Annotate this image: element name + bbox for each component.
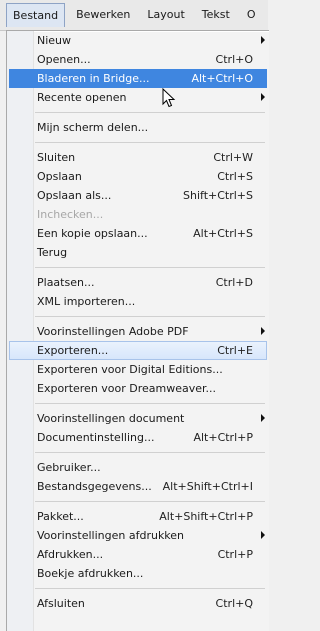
menu-group: Nieuw Openen... Ctrl+O Bladeren in Bridge..… [7, 31, 269, 107]
menu-item-label: Afdrukken... [37, 548, 104, 561]
menu-item-openen[interactable]: Openen... Ctrl+O [7, 50, 269, 69]
menu-group: Voorinstellingen document Documentinstell… [7, 409, 269, 447]
menu-item-shortcut: Ctrl+Q [215, 597, 253, 610]
menu-item-label: Exporteren voor Digital Editions... [37, 363, 223, 376]
menu-item-label: Boekje afdrukken... [37, 567, 144, 580]
menu-item-shortcut: Ctrl+P [217, 548, 253, 561]
menu-item-xml-importeren[interactable]: XML importeren... [7, 292, 269, 311]
chevron-right-icon [261, 36, 265, 44]
menu-item-shortcut: Ctrl+S [217, 170, 253, 183]
menu-item-shortcut: Alt+Ctrl+P [193, 431, 253, 444]
menu-group: Afsluiten Ctrl+Q [7, 594, 269, 613]
menu-bar: Bestand Bewerken Layout Tekst O [0, 0, 268, 31]
menu-group: Pakket... Alt+Shift+Ctrl+P Voorinstellinge… [7, 507, 269, 583]
menu-separator [35, 452, 265, 453]
chevron-right-icon [261, 531, 265, 539]
menu-group: Plaatsen... Ctrl+D XML importeren... [7, 273, 269, 311]
menu-item-recente-openen[interactable]: Recente openen [7, 88, 269, 107]
menu-item-shortcut: Alt+Shift+Ctrl+P [159, 510, 253, 523]
menu-separator [35, 588, 265, 589]
menu-item-label: Afsluiten [37, 597, 85, 610]
bestand-dropdown-menu: Nieuw Openen... Ctrl+O Bladeren in Bridge..… [6, 30, 269, 631]
menu-item-label: Exporteren voor Dreamweaver... [37, 382, 217, 395]
menu-item-inchecken: Inchecken... [7, 205, 269, 224]
chevron-right-icon [261, 414, 265, 422]
menu-item-exporteren-voor-dreamweaver[interactable]: Exporteren voor Dreamweaver... [7, 379, 269, 398]
menu-item-label: Pakket... [37, 510, 84, 523]
mouse-pointer-icon [162, 88, 176, 108]
menu-item-label: Voorinstellingen document [37, 412, 185, 425]
menu-item-label: Gebruiker... [37, 461, 101, 474]
menubar-item-layout[interactable]: Layout [141, 3, 190, 27]
menu-item-exporteren-voor-digital-editions[interactable]: Exporteren voor Digital Editions... [7, 360, 269, 379]
menu-item-terug[interactable]: Terug [7, 243, 269, 262]
menu-separator [35, 501, 265, 502]
menu-item-shortcut: Ctrl+D [215, 276, 253, 289]
menu-item-afsluiten[interactable]: Afsluiten Ctrl+Q [7, 594, 269, 613]
menu-item-label: XML importeren... [37, 295, 136, 308]
menu-item-label: Opslaan als... [37, 189, 112, 202]
menu-item-label: Nieuw [37, 34, 72, 47]
menu-item-label: Documentinstelling... [37, 431, 155, 444]
chevron-right-icon [261, 93, 265, 101]
menu-item-label: Plaatsen... [37, 276, 95, 289]
menu-item-bestandsgegevens[interactable]: Bestandsgegevens... Alt+Shift+Ctrl+I [7, 477, 269, 496]
menu-item-shortcut: Shift+Ctrl+S [183, 189, 253, 202]
menu-separator [35, 403, 265, 404]
menu-item-label: Een kopie opslaan... [37, 227, 148, 240]
menu-item-voorinstellingen-adobe-pdf[interactable]: Voorinstellingen Adobe PDF [7, 322, 269, 341]
menu-item-shortcut: Ctrl+E [217, 344, 253, 357]
menu-item-label: Inchecken... [37, 208, 104, 221]
menu-separator [35, 267, 265, 268]
menu-item-shortcut: Alt+Shift+Ctrl+I [162, 480, 253, 493]
menu-item-afdrukken[interactable]: Afdrukken... Ctrl+P [7, 545, 269, 564]
menu-item-label: Bestandsgegevens... [37, 480, 152, 493]
menu-separator [35, 112, 265, 113]
menu-group: Gebruiker... Bestandsgegevens... Alt+Shift… [7, 458, 269, 496]
menubar-item-bestand[interactable]: Bestand [6, 3, 66, 27]
menu-item-label: Exporteren... [37, 344, 109, 357]
menu-item-bladeren-in-bridge[interactable]: Bladeren in Bridge... Alt+Ctrl+O [9, 69, 267, 88]
menu-item-label: Opslaan [37, 170, 82, 183]
menu-item-label: Voorinstellingen Adobe PDF [37, 325, 189, 338]
menu-item-label: Mijn scherm delen... [37, 121, 149, 134]
menubar-item-bewerken[interactable]: Bewerken [70, 3, 136, 27]
menu-item-shortcut: Ctrl+O [215, 53, 253, 66]
menu-item-label: Bladeren in Bridge... [37, 72, 150, 85]
menu-item-een-kopie-opslaan[interactable]: Een kopie opslaan... Alt+Ctrl+S [7, 224, 269, 243]
menu-item-opslaan-als[interactable]: Opslaan als... Shift+Ctrl+S [7, 186, 269, 205]
menu-item-label: Recente openen [37, 91, 127, 104]
menubar-item-tekst[interactable]: Tekst [196, 3, 236, 27]
chevron-right-icon [261, 327, 265, 335]
menu-item-label: Voorinstellingen afdrukken [37, 529, 185, 542]
menu-item-plaatsen[interactable]: Plaatsen... Ctrl+D [7, 273, 269, 292]
menu-item-label: Sluiten [37, 151, 76, 164]
menu-item-shortcut: Alt+Ctrl+S [193, 227, 253, 240]
menu-group: Sluiten Ctrl+W Opslaan Ctrl+S Opslaan als...… [7, 148, 269, 262]
menu-item-shortcut: Ctrl+W [213, 151, 253, 164]
menu-item-voorinstellingen-document[interactable]: Voorinstellingen document [7, 409, 269, 428]
menu-item-mijn-scherm-delen[interactable]: Mijn scherm delen... [7, 118, 269, 137]
menu-item-sluiten[interactable]: Sluiten Ctrl+W [7, 148, 269, 167]
menu-item-label: Openen... [37, 53, 91, 66]
menu-item-documentinstelling[interactable]: Documentinstelling... Alt+Ctrl+P [7, 428, 269, 447]
menu-item-voorinstellingen-afdrukken[interactable]: Voorinstellingen afdrukken [7, 526, 269, 545]
menu-item-pakket[interactable]: Pakket... Alt+Shift+Ctrl+P [7, 507, 269, 526]
menu-item-shortcut: Alt+Ctrl+O [191, 72, 253, 85]
menubar-item-o[interactable]: O [241, 3, 262, 27]
menu-item-label: Terug [37, 246, 68, 259]
menu-separator [35, 316, 265, 317]
menu-group: Voorinstellingen Adobe PDF Exporteren... C… [7, 322, 269, 398]
menu-item-opslaan[interactable]: Opslaan Ctrl+S [7, 167, 269, 186]
menu-group: Mijn scherm delen... [7, 118, 269, 137]
menu-item-boekje-afdrukken[interactable]: Boekje afdrukken... [7, 564, 269, 583]
menu-item-nieuw[interactable]: Nieuw [7, 31, 269, 50]
menu-item-gebruiker[interactable]: Gebruiker... [7, 458, 269, 477]
menu-item-exporteren[interactable]: Exporteren... Ctrl+E [9, 341, 267, 360]
menu-separator [35, 142, 265, 143]
